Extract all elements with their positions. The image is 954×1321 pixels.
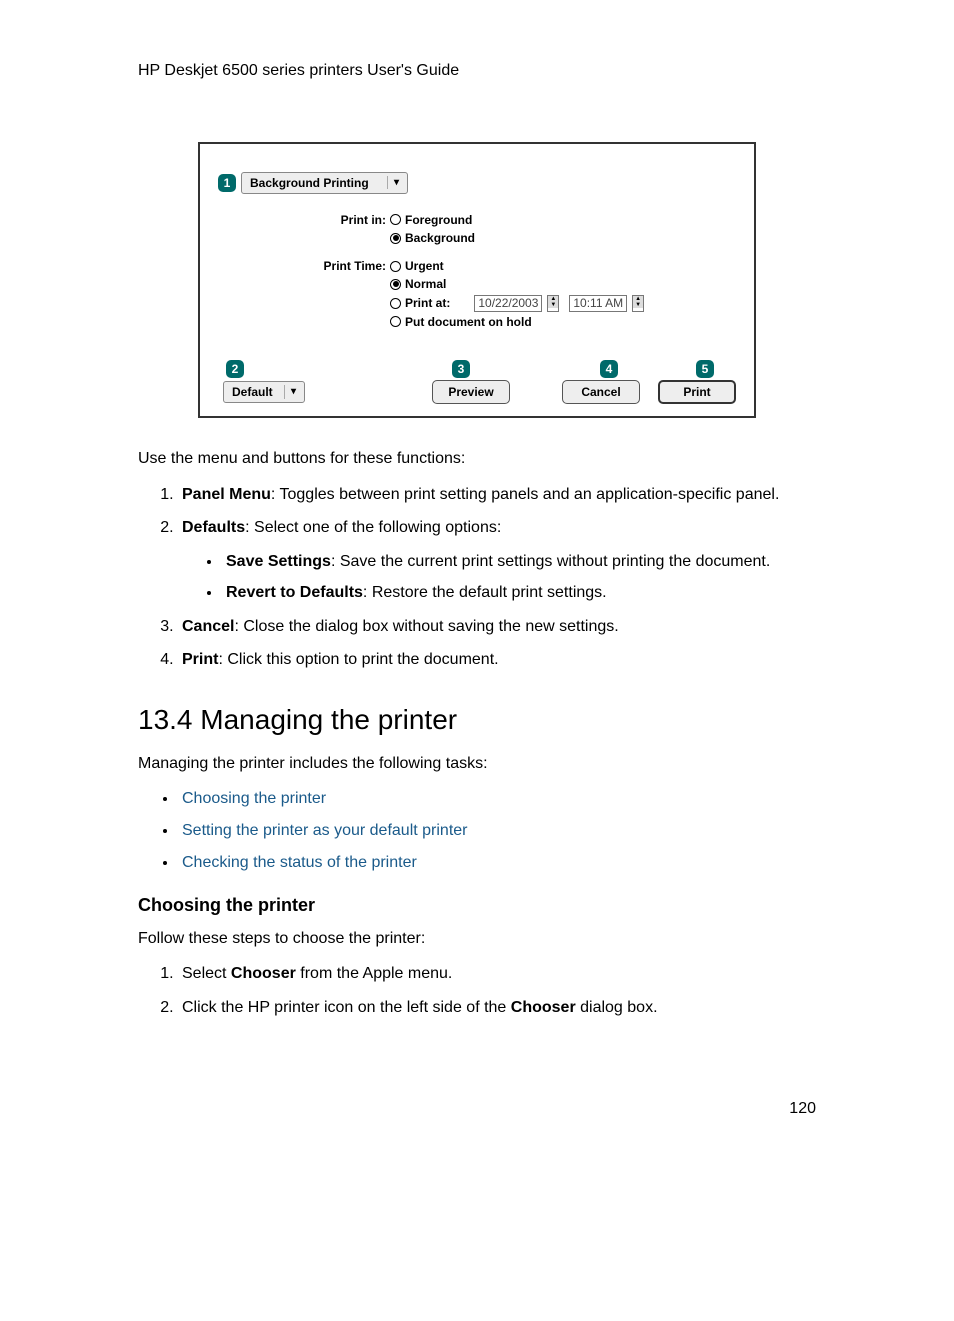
step-bold: Chooser bbox=[511, 999, 576, 1016]
item-label: Cancel bbox=[182, 618, 234, 635]
panel-menu-label: Background Printing bbox=[250, 175, 369, 191]
callout-1: 1 bbox=[218, 174, 236, 192]
item-text: : Click this option to print the documen… bbox=[218, 651, 498, 668]
radio-background[interactable] bbox=[390, 233, 401, 244]
list-item: Print: Click this option to print the do… bbox=[178, 649, 816, 671]
radio-normal[interactable] bbox=[390, 279, 401, 290]
link-default[interactable]: Setting the printer as your default prin… bbox=[182, 822, 468, 839]
steps-list: Select Chooser from the Apple menu. Clic… bbox=[138, 963, 816, 1018]
item-label: Panel Menu bbox=[182, 486, 271, 503]
list-item: Defaults: Select one of the following op… bbox=[178, 517, 816, 604]
list-item: Panel Menu: Toggles between print settin… bbox=[178, 484, 816, 506]
step-text: Click the HP printer icon on the left si… bbox=[182, 999, 511, 1016]
item-label: Defaults bbox=[182, 519, 245, 536]
link-status[interactable]: Checking the status of the printer bbox=[182, 854, 417, 871]
list-item: Cancel: Close the dialog box without sav… bbox=[178, 616, 816, 638]
print-button[interactable]: Print bbox=[658, 380, 736, 404]
default-label: Default bbox=[232, 384, 273, 400]
step-bold: Chooser bbox=[231, 965, 296, 982]
time-stepper[interactable]: ▲▼ bbox=[632, 295, 644, 312]
callout-5: 5 bbox=[696, 360, 714, 378]
opt-normal: Normal bbox=[405, 276, 446, 292]
radio-urgent[interactable] bbox=[390, 261, 401, 272]
opt-foreground: Foreground bbox=[405, 212, 472, 228]
functions-list: Panel Menu: Toggles between print settin… bbox=[138, 484, 816, 672]
list-item: Save Settings: Save the current print se… bbox=[222, 551, 816, 573]
opt-urgent: Urgent bbox=[405, 258, 444, 274]
item-text: : Restore the default print settings. bbox=[363, 584, 607, 601]
opt-background: Background bbox=[405, 230, 475, 246]
sub-list: Save Settings: Save the current print se… bbox=[182, 551, 816, 604]
callout-3: 3 bbox=[452, 360, 470, 378]
panel-menu-dropdown[interactable]: Background Printing ▾ bbox=[241, 172, 408, 194]
section-intro: Managing the printer includes the follow… bbox=[138, 753, 816, 775]
step-text: from the Apple menu. bbox=[296, 965, 453, 982]
list-item: Choosing the printer bbox=[178, 788, 816, 810]
radio-foreground[interactable] bbox=[390, 214, 401, 225]
date-field[interactable]: 10/22/2003 bbox=[474, 295, 542, 312]
date-stepper[interactable]: ▲▼ bbox=[547, 295, 559, 312]
item-text: : Toggles between print setting panels a… bbox=[271, 486, 779, 503]
item-text: : Select one of the following options: bbox=[245, 519, 501, 536]
item-text: : Close the dialog box without saving th… bbox=[234, 618, 618, 635]
radio-print-at[interactable] bbox=[390, 298, 401, 309]
print-time-label: Print Time: bbox=[288, 258, 390, 274]
callout-2: 2 bbox=[226, 360, 244, 378]
sub-intro: Follow these steps to choose the printer… bbox=[138, 928, 816, 950]
dialog-image-container: 1 Background Printing ▾ Print in: Foregr… bbox=[138, 142, 816, 418]
page-number: 120 bbox=[138, 1098, 816, 1120]
opt-print-at: Print at: bbox=[405, 295, 450, 311]
chevron-down-icon: ▾ bbox=[387, 176, 399, 190]
list-item: Click the HP printer icon on the left si… bbox=[178, 997, 816, 1019]
opt-hold: Put document on hold bbox=[405, 314, 532, 330]
step-text: dialog box. bbox=[576, 999, 658, 1016]
cancel-button[interactable]: Cancel bbox=[562, 380, 640, 404]
link-choosing[interactable]: Choosing the printer bbox=[182, 790, 326, 807]
sub-title: Choosing the printer bbox=[138, 893, 816, 917]
chevron-down-icon: ▾ bbox=[284, 385, 296, 399]
list-item: Select Chooser from the Apple menu. bbox=[178, 963, 816, 985]
page-header: HP Deskjet 6500 series printers User's G… bbox=[138, 60, 816, 82]
default-dropdown[interactable]: Default ▾ bbox=[223, 381, 305, 403]
preview-button[interactable]: Preview bbox=[432, 380, 510, 404]
list-item: Revert to Defaults: Restore the default … bbox=[222, 582, 816, 604]
step-text: Select bbox=[182, 965, 231, 982]
list-item: Setting the printer as your default prin… bbox=[178, 820, 816, 842]
body-content: Use the menu and buttons for these funct… bbox=[138, 448, 816, 1018]
intro-text: Use the menu and buttons for these funct… bbox=[138, 448, 816, 470]
callout-4: 4 bbox=[600, 360, 618, 378]
item-label: Revert to Defaults bbox=[226, 584, 363, 601]
item-label: Save Settings bbox=[226, 553, 331, 570]
tasks-list: Choosing the printer Setting the printer… bbox=[138, 788, 816, 873]
section-title: 13.4 Managing the printer bbox=[138, 701, 816, 739]
print-dialog: 1 Background Printing ▾ Print in: Foregr… bbox=[198, 142, 756, 418]
time-field[interactable]: 10:11 AM bbox=[569, 295, 627, 312]
print-in-label: Print in: bbox=[288, 212, 390, 228]
list-item: Checking the status of the printer bbox=[178, 852, 816, 874]
radio-hold[interactable] bbox=[390, 316, 401, 327]
item-text: : Save the current print settings withou… bbox=[331, 553, 770, 570]
item-label: Print bbox=[182, 651, 218, 668]
